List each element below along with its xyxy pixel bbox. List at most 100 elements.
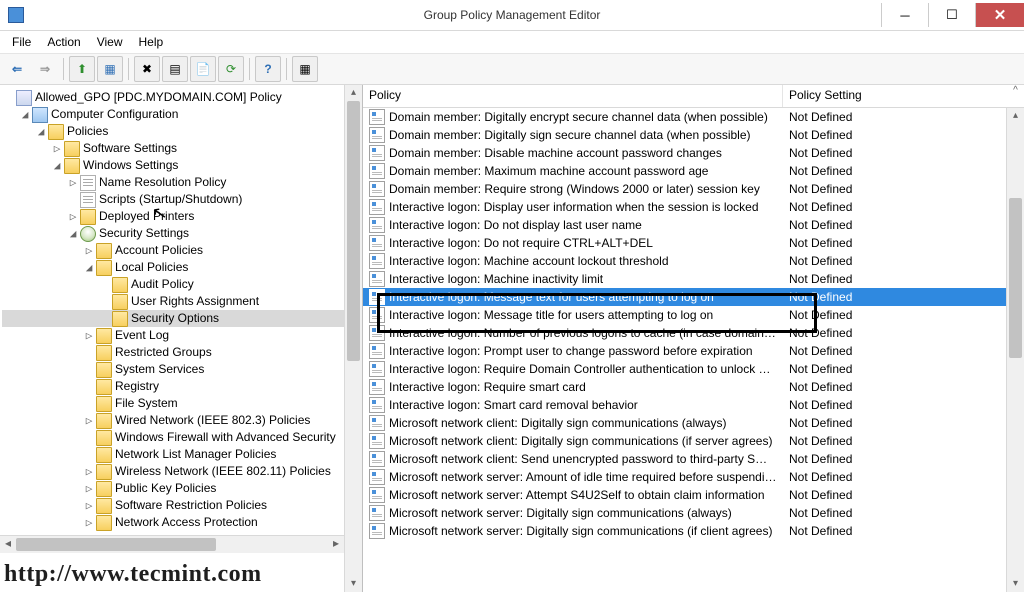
policy-row[interactable]: Interactive logon: Require smart cardNot…	[363, 378, 1006, 396]
policy-setting: Not Defined	[783, 146, 1006, 160]
policy-row[interactable]: Domain member: Require strong (Windows 2…	[363, 180, 1006, 198]
tree-item[interactable]: ▷Event Log	[2, 327, 344, 344]
list-header[interactable]: Policy Policy Setting ^	[363, 85, 1024, 108]
expand-toggle-icon[interactable]: ▷	[66, 208, 80, 225]
expand-toggle-icon[interactable]: ◢	[18, 106, 32, 123]
tree-item[interactable]: ▷Account Policies	[2, 242, 344, 259]
policy-name: Interactive logon: Number of previous lo…	[389, 326, 777, 340]
tree-item[interactable]: Windows Firewall with Advanced Security	[2, 429, 344, 446]
delete-button[interactable]: ✖	[134, 56, 160, 82]
tree-item[interactable]: Allowed_GPO [PDC.MYDOMAIN.COM] Policy	[2, 89, 344, 106]
policy-row[interactable]: Microsoft network client: Digitally sign…	[363, 414, 1006, 432]
policy-row[interactable]: Interactive logon: Machine inactivity li…	[363, 270, 1006, 288]
expand-toggle-icon[interactable]: ▷	[82, 412, 96, 429]
tree-item[interactable]: Audit Policy	[2, 276, 344, 293]
menu-help[interactable]: Help	[131, 33, 172, 51]
policy-row[interactable]: Microsoft network server: Attempt S4U2Se…	[363, 486, 1006, 504]
policy-row[interactable]: Interactive logon: Message title for use…	[363, 306, 1006, 324]
policy-name: Microsoft network client: Digitally sign…	[389, 416, 726, 430]
policy-row[interactable]: Interactive logon: Display user informat…	[363, 198, 1006, 216]
policy-name: Microsoft network client: Send unencrypt…	[389, 452, 777, 466]
policy-row[interactable]: Interactive logon: Prompt user to change…	[363, 342, 1006, 360]
properties-button[interactable]: ▤	[162, 56, 188, 82]
policy-row[interactable]: Interactive logon: Do not require CTRL+A…	[363, 234, 1006, 252]
refresh-button[interactable]: ⟳	[218, 56, 244, 82]
policy-row[interactable]: Interactive logon: Do not display last u…	[363, 216, 1006, 234]
tree-item[interactable]: ▷Software Settings	[2, 140, 344, 157]
nav-forward-button[interactable]: ⇒	[32, 56, 58, 82]
policy-row[interactable]: Microsoft network server: Amount of idle…	[363, 468, 1006, 486]
console-tree[interactable]: Allowed_GPO [PDC.MYDOMAIN.COM] Policy◢Co…	[0, 85, 344, 535]
tree-item-label: Wireless Network (IEEE 802.11) Policies	[115, 463, 331, 480]
policy-row[interactable]: Interactive logon: Smart card removal be…	[363, 396, 1006, 414]
expand-toggle-icon[interactable]: ▷	[82, 327, 96, 344]
tree-item[interactable]: ◢Policies	[2, 123, 344, 140]
list-vertical-scrollbar[interactable]: ▴ ▾	[1006, 108, 1024, 592]
policy-row[interactable]: Microsoft network server: Digitally sign…	[363, 522, 1006, 540]
tree-item[interactable]: Registry	[2, 378, 344, 395]
tree-item[interactable]: ◢Security Settings	[2, 225, 344, 242]
expand-toggle-icon[interactable]: ▷	[82, 497, 96, 514]
policy-icon	[369, 469, 385, 485]
tree-horizontal-scrollbar[interactable]: ◂ ▸	[0, 535, 344, 553]
policy-row[interactable]: Domain member: Maximum machine account p…	[363, 162, 1006, 180]
filter-button[interactable]: ▦	[292, 56, 318, 82]
expand-toggle-icon[interactable]: ◢	[34, 123, 48, 140]
expand-toggle-icon[interactable]: ▷	[66, 174, 80, 191]
expand-toggle-icon[interactable]: ▷	[82, 480, 96, 497]
tree-item[interactable]: ◢Local Policies	[2, 259, 344, 276]
policy-setting: Not Defined	[783, 470, 1006, 484]
tree-item[interactable]: ◢Computer Configuration	[2, 106, 344, 123]
help-button[interactable]: ?	[255, 56, 281, 82]
tree-item[interactable]: ▷Name Resolution Policy	[2, 174, 344, 191]
nav-back-button[interactable]: ⇐	[4, 56, 30, 82]
policy-row[interactable]: Microsoft network server: Digitally sign…	[363, 504, 1006, 522]
expand-toggle-icon[interactable]: ◢	[50, 157, 64, 174]
tree-item[interactable]: ▷Public Key Policies	[2, 480, 344, 497]
tree-item[interactable]: ▷Network Access Protection	[2, 514, 344, 531]
tree-item[interactable]: File System	[2, 395, 344, 412]
expand-toggle-icon[interactable]: ▷	[82, 463, 96, 480]
policy-row[interactable]: Interactive logon: Message text for user…	[363, 288, 1006, 306]
tree-item[interactable]: ◢ Windows Settings	[2, 157, 344, 174]
column-setting[interactable]: Policy Setting	[783, 85, 1007, 107]
menu-file[interactable]: File	[4, 33, 39, 51]
tree-vertical-scrollbar[interactable]: ▴ ▾	[344, 85, 362, 592]
policy-row[interactable]: Domain member: Digitally encrypt secure …	[363, 108, 1006, 126]
expand-toggle-icon[interactable]: ▷	[82, 242, 96, 259]
policy-row[interactable]: Domain member: Disable machine account p…	[363, 144, 1006, 162]
tree-item[interactable]: ▷Wired Network (IEEE 802.3) Policies	[2, 412, 344, 429]
policy-row[interactable]: Interactive logon: Number of previous lo…	[363, 324, 1006, 342]
tree-item[interactable]: Security Options	[2, 310, 344, 327]
scroll-indicator-icon: ^	[1007, 85, 1024, 107]
tree-item[interactable]: ▷Deployed Printers	[2, 208, 344, 225]
policy-list[interactable]: Domain member: Digitally encrypt secure …	[363, 108, 1006, 592]
menu-view[interactable]: View	[89, 33, 131, 51]
policy-row[interactable]: Interactive logon: Machine account locko…	[363, 252, 1006, 270]
tree-item[interactable]: System Services	[2, 361, 344, 378]
column-policy[interactable]: Policy	[363, 85, 783, 107]
policy-name: Domain member: Disable machine account p…	[389, 146, 722, 160]
up-button[interactable]: ⬆	[69, 56, 95, 82]
expand-toggle-icon[interactable]: ▷	[50, 140, 64, 157]
menu-action[interactable]: Action	[39, 33, 88, 51]
expand-toggle-icon[interactable]: ▷	[82, 514, 96, 531]
show-hide-tree-button[interactable]: ▦	[97, 56, 123, 82]
policy-row[interactable]: Domain member: Digitally sign secure cha…	[363, 126, 1006, 144]
expand-toggle-icon[interactable]: ◢	[66, 225, 80, 242]
expand-toggle-icon[interactable]: ◢	[82, 259, 96, 276]
tree-item[interactable]: Restricted Groups	[2, 344, 344, 361]
tree-item[interactable]: ▷ Wireless Network (IEEE 802.11) Policies	[2, 463, 344, 480]
tree-item-label: Restricted Groups	[115, 344, 212, 361]
tree-item[interactable]: Network List Manager Policies	[2, 446, 344, 463]
tree-item[interactable]: Scripts (Startup/Shutdown)	[2, 191, 344, 208]
export-button[interactable]: 📄	[190, 56, 216, 82]
policy-row[interactable]: Microsoft network client: Digitally sign…	[363, 432, 1006, 450]
tree-item[interactable]: User Rights Assignment	[2, 293, 344, 310]
tree-item-label: Windows Settings	[83, 157, 178, 174]
policy-name: Interactive logon: Prompt user to change…	[389, 344, 753, 358]
policy-setting: Not Defined	[783, 416, 1006, 430]
policy-row[interactable]: Microsoft network client: Send unencrypt…	[363, 450, 1006, 468]
tree-item[interactable]: ▷Software Restriction Policies	[2, 497, 344, 514]
policy-row[interactable]: Interactive logon: Require Domain Contro…	[363, 360, 1006, 378]
